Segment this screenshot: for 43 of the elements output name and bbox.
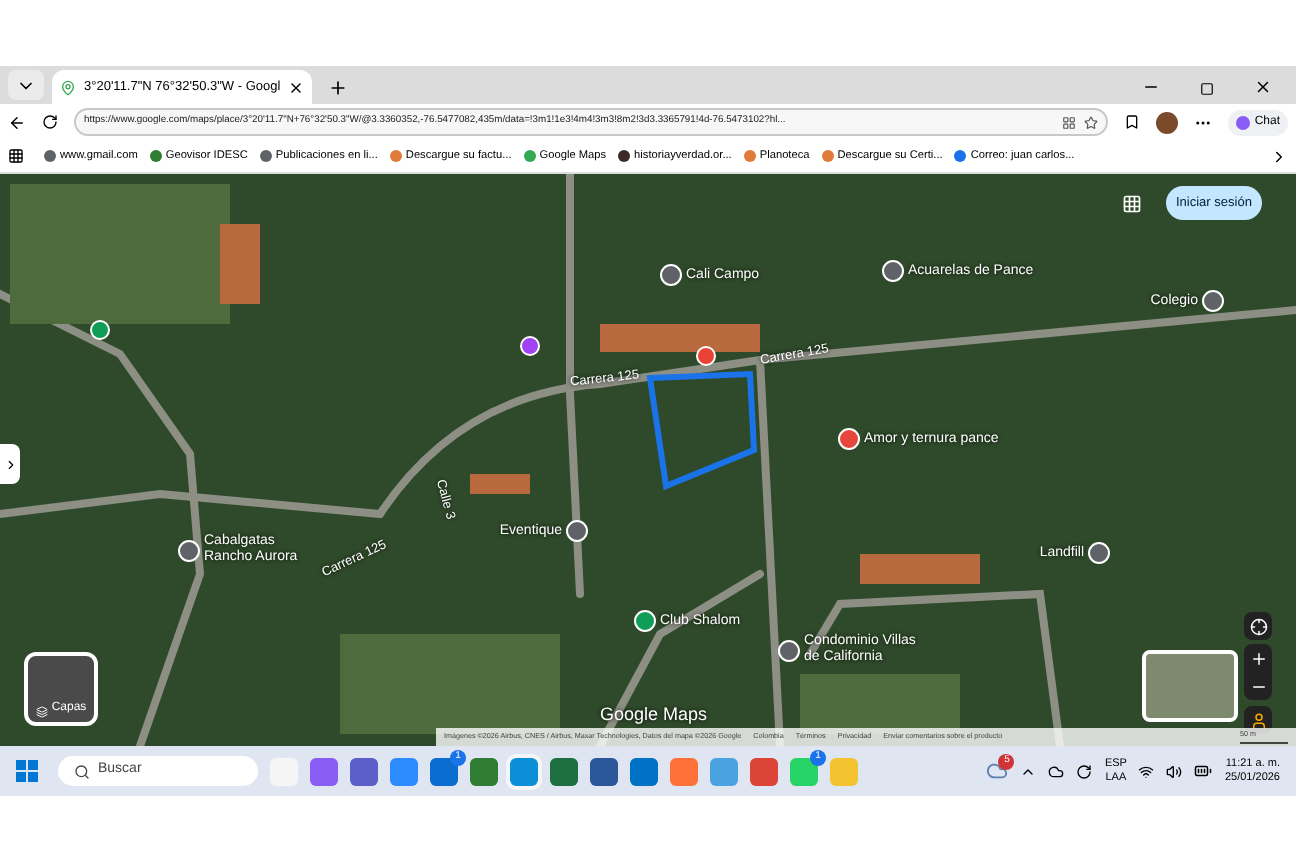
taskbar-app-icon[interactable] (750, 757, 778, 785)
copilot-icon (1236, 115, 1251, 129)
sync-icon (1076, 763, 1093, 779)
taskbar-app-icon[interactable] (470, 757, 498, 785)
zoom-in-button[interactable] (1244, 644, 1272, 672)
apps-grid-icon[interactable] (1122, 194, 1142, 214)
chevron-right-icon (1270, 147, 1288, 165)
star-icon (1084, 115, 1099, 129)
reload-icon (42, 114, 58, 130)
taskbar-app-icon[interactable] (590, 757, 618, 785)
taskbar-app-icon[interactable] (510, 757, 538, 785)
street-view-thumbnail[interactable] (1142, 650, 1238, 722)
taskbar-app-icon[interactable] (310, 757, 338, 785)
chevron-right-icon (3, 457, 17, 471)
layers-icon (35, 706, 48, 718)
search-icon (74, 763, 90, 779)
back-icon (8, 113, 26, 131)
restore-icon (1200, 82, 1214, 96)
windows-start-icon[interactable] (16, 760, 38, 782)
battery-icon (1194, 762, 1213, 780)
locate-icon (1249, 617, 1267, 635)
taskbar-app-icon[interactable] (350, 757, 378, 785)
wifi-icon (1138, 763, 1155, 779)
taskbar-app-icon[interactable] (630, 757, 658, 785)
zoom-out-button[interactable] (1244, 672, 1272, 700)
satellite-map-drawing[interactable] (0, 174, 1296, 746)
collapse-panel-button[interactable] (0, 444, 20, 484)
boundary-outline (646, 370, 758, 494)
map-pin-icon (60, 79, 76, 95)
pegman-icon (1249, 711, 1267, 729)
locate-button[interactable] (1244, 612, 1272, 640)
plus-icon (1249, 649, 1267, 667)
google-maps-logo: Google Maps (600, 702, 708, 728)
taskbar-app-icon[interactable] (390, 757, 418, 785)
profile-avatar[interactable] (1156, 111, 1179, 133)
volume-icon (1166, 763, 1183, 779)
close-icon (1254, 78, 1272, 96)
favorites-icon (1124, 114, 1141, 130)
close-icon (288, 79, 304, 95)
cloud-icon (1048, 763, 1065, 779)
app-icon (1062, 115, 1077, 129)
new-tab-icon (328, 78, 348, 98)
taskbar-app-icon[interactable] (550, 757, 578, 785)
